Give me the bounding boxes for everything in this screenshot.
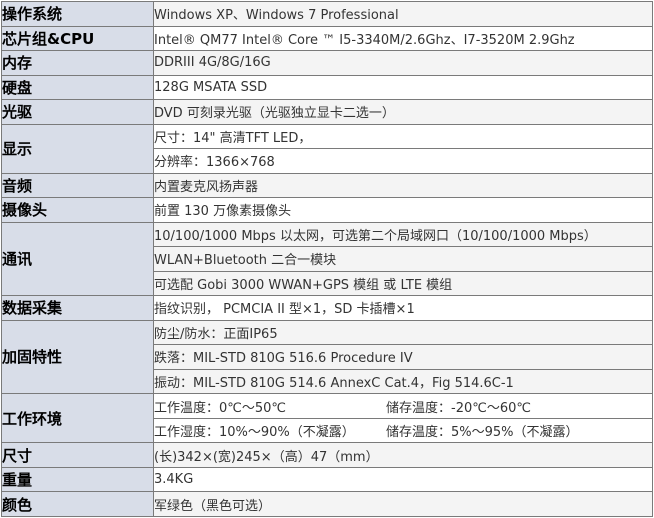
row-storage: 硬盘 128G MSATA SSD	[1, 74, 653, 101]
row-label: 硬盘	[1, 74, 154, 101]
row-value: 工作湿度：10%～90%（不凝露） 储存温度：5%～95%（不凝露）	[153, 417, 653, 444]
row-label: 光驱	[1, 99, 154, 125]
row-value: 指纹识别， PCMCIA II 型×1，SD 卡插槽×1	[153, 295, 653, 321]
row-data-acquisition: 数据采集 指纹识别， PCMCIA II 型×1，SD 卡插槽×1	[1, 295, 653, 321]
row-value: 军绿色（黑色可选）	[153, 491, 653, 517]
spec-table: 操作系统 Windows XP、Windows 7 Professional 芯…	[1, 1, 653, 517]
row-value: 3.4KG	[153, 466, 653, 493]
row-weight: 重量 3.4KG	[1, 466, 653, 493]
row-value: DVD 可刻录光驱（光驱独立显卡二选一）	[153, 99, 653, 125]
row-communication: 通讯 10/100/1000 Mbps 以太网，可选第二个局域网口（10/100…	[1, 221, 653, 297]
row-label: 显示	[1, 123, 154, 174]
row-value: 10/100/1000 Mbps 以太网，可选第二个局域网口（10/100/10…	[153, 221, 653, 248]
row-label: 操作系统	[1, 1, 154, 27]
row-label: 音频	[1, 172, 154, 199]
row-label: 工作环境	[1, 393, 154, 444]
row-value: 工作温度：0℃～50℃ 储存温度：-20℃～60℃	[153, 393, 653, 419]
row-label: 颜色	[1, 491, 154, 517]
row-value: 前置 130 万像素摄像头	[153, 197, 653, 223]
row-label: 芯片组&CPU	[1, 25, 154, 52]
storage-temperature: 储存温度：-20℃～60℃	[386, 400, 531, 416]
row-value: Windows XP、Windows 7 Professional	[153, 1, 653, 27]
row-value: 分辨率：1366×768	[153, 148, 653, 174]
row-os: 操作系统 Windows XP、Windows 7 Professional	[1, 1, 653, 27]
row-label: 加固特性	[1, 319, 154, 395]
row-audio: 音频 内置麦克风扬声器	[1, 172, 653, 199]
row-value: 内置麦克风扬声器	[153, 172, 653, 199]
row-value: 防尘/防水：正面IP65	[153, 319, 653, 346]
row-value: 振动：MIL-STD 810G 514.6 AnnexC Cat.4，Fig 5…	[153, 368, 653, 395]
row-value: 跌落：MIL-STD 810G 516.6 Procedure IV	[153, 344, 653, 370]
row-dimensions: 尺寸 (长)342×(宽)245×（高）47（mm）	[1, 442, 653, 468]
row-chipset-cpu: 芯片组&CPU Intel® QM77 Intel® Core ™ I5-334…	[1, 25, 653, 52]
row-value: 可选配 Gobi 3000 WWAN+GPS 模组 或 LTE 模组	[153, 270, 653, 297]
row-label: 尺寸	[1, 442, 154, 468]
operating-humidity: 工作湿度：10%～90%（不凝露）	[154, 425, 355, 441]
row-label: 内存	[1, 50, 154, 76]
row-value: 128G MSATA SSD	[153, 74, 653, 101]
row-environment: 工作环境 工作温度：0℃～50℃ 储存温度：-20℃～60℃	[1, 393, 653, 444]
storage-humidity: 储存温度：5%～95%（不凝露）	[386, 425, 579, 441]
row-value: 尺寸：14" 高清TFT LED，	[153, 123, 653, 150]
row-label: 重量	[1, 466, 154, 493]
row-camera: 摄像头 前置 130 万像素摄像头	[1, 197, 653, 223]
operating-temperature: 工作温度：0℃～50℃	[154, 400, 287, 416]
row-optical-drive: 光驱 DVD 可刻录光驱（光驱独立显卡二选一）	[1, 99, 653, 125]
row-color: 颜色 军绿色（黑色可选）	[1, 491, 653, 517]
row-display: 显示 尺寸：14" 高清TFT LED，	[1, 123, 653, 174]
row-label: 数据采集	[1, 295, 154, 321]
row-value: WLAN+Bluetooth 二合一模块	[153, 246, 653, 272]
row-label: 摄像头	[1, 197, 154, 223]
row-memory: 内存 DDRIII 4G/8G/16G	[1, 50, 653, 76]
row-ruggedness: 加固特性 防尘/防水：正面IP65	[1, 319, 653, 395]
row-label: 通讯	[1, 221, 154, 297]
row-value: (长)342×(宽)245×（高）47（mm）	[153, 442, 653, 468]
row-value: DDRIII 4G/8G/16G	[153, 50, 653, 76]
row-value: Intel® QM77 Intel® Core ™ I5-3340M/2.6Gh…	[153, 25, 653, 52]
